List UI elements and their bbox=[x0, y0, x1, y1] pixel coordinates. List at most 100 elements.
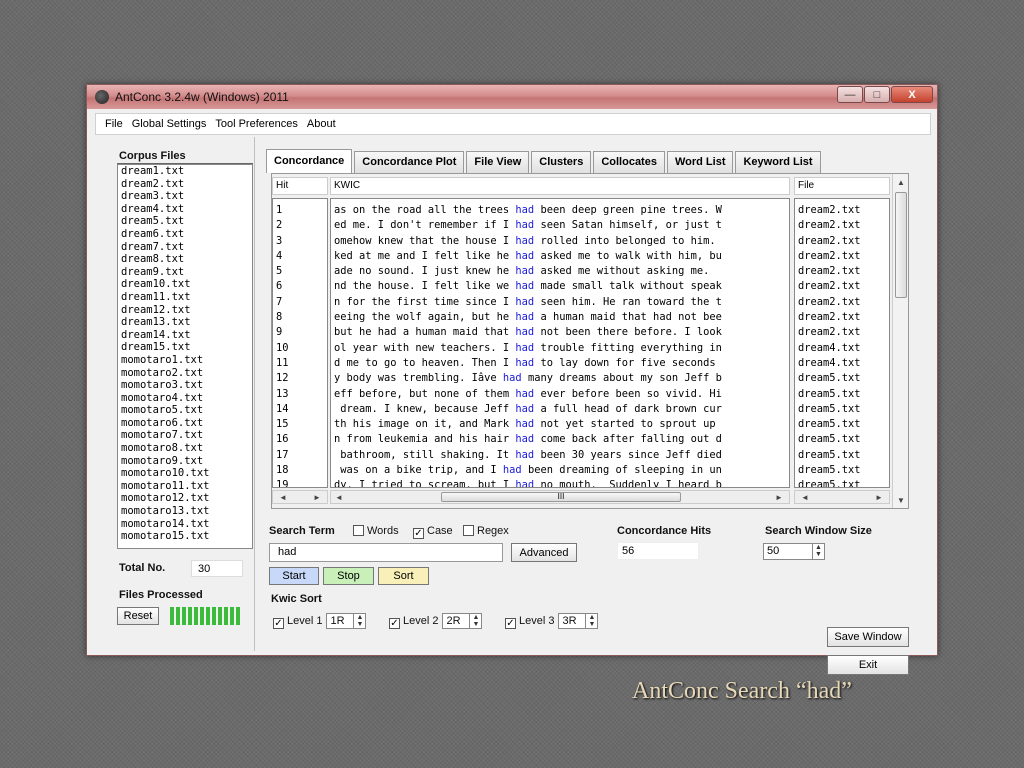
title-bar[interactable]: AntConc 3.2.4w (Windows) 2011 — □ X bbox=[87, 85, 937, 109]
tab-word-list[interactable]: Word List bbox=[666, 151, 734, 173]
corpus-file-item[interactable]: dream5.txt bbox=[118, 215, 252, 228]
corpus-file-item[interactable]: momotaro3.txt bbox=[118, 379, 252, 392]
kwic-row[interactable]: dream. I knew, because Jeff had a full h… bbox=[331, 402, 789, 417]
corpus-file-item[interactable]: dream3.txt bbox=[118, 190, 252, 203]
kwic-keyword[interactable]: had bbox=[515, 449, 534, 461]
tab-concordance-plot[interactable]: Concordance Plot bbox=[354, 151, 465, 173]
level-checkbox[interactable]: ✓ bbox=[505, 617, 516, 629]
corpus-file-item[interactable]: dream10.txt bbox=[118, 278, 252, 291]
menu-file[interactable]: File bbox=[105, 118, 123, 130]
kwic-keyword[interactable]: had bbox=[515, 326, 534, 338]
kwic-row[interactable]: ked at me and I felt like he had asked m… bbox=[331, 249, 789, 264]
corpus-file-item[interactable]: dream9.txt bbox=[118, 266, 252, 279]
spinner-arrows-icon[interactable]: ▲ ▼ bbox=[353, 614, 365, 628]
kwic-scroll-thumb[interactable]: III bbox=[441, 492, 681, 502]
tab-concordance[interactable]: Concordance bbox=[266, 149, 353, 173]
kwic-row[interactable]: ade no sound. I just knew he had asked m… bbox=[331, 264, 789, 279]
file-cell[interactable]: dream5.txt bbox=[795, 448, 889, 463]
kwic-row[interactable]: nd the house. I felt like we had made sm… bbox=[331, 279, 789, 294]
level-checkbox[interactable]: ✓ bbox=[389, 617, 400, 629]
save-window-button[interactable]: Save Window bbox=[827, 627, 909, 647]
tab-clusters[interactable]: Clusters bbox=[531, 151, 592, 173]
file-cell[interactable]: dream2.txt bbox=[795, 203, 889, 218]
kwic-row[interactable]: was on a bike trip, and I had been dream… bbox=[331, 463, 789, 478]
kwic-keyword[interactable]: had bbox=[515, 433, 534, 445]
spinner-arrows-icon[interactable]: ▲ ▼ bbox=[469, 614, 481, 628]
results-vscroll-thumb[interactable] bbox=[895, 192, 907, 298]
kwic-row[interactable]: eeing the wolf again, but he had a human… bbox=[331, 310, 789, 325]
corpus-file-item[interactable]: dream8.txt bbox=[118, 253, 252, 266]
corpus-file-item[interactable]: dream2.txt bbox=[118, 178, 252, 191]
level-spinner[interactable]: 2R ▲ ▼ bbox=[442, 613, 483, 629]
regex-checkbox[interactable] bbox=[463, 525, 474, 536]
file-cell[interactable]: dream2.txt bbox=[795, 264, 889, 279]
kwic-row[interactable]: n from leukemia and his hair had come ba… bbox=[331, 432, 789, 447]
case-option[interactable]: ✓ Case bbox=[413, 525, 453, 539]
hit-cell[interactable]: 3 bbox=[273, 234, 327, 249]
file-cell[interactable]: dream2.txt bbox=[795, 325, 889, 340]
hit-column[interactable]: 1 2 3 4 5 6 7 8 9 10 11 12 13 14 15 16 17 18 19 bbox=[272, 198, 328, 488]
hit-cell[interactable]: 12 bbox=[273, 371, 327, 386]
file-cell[interactable]: dream5.txt bbox=[795, 463, 889, 478]
file-column-header[interactable]: File bbox=[794, 177, 890, 195]
file-cell[interactable]: dream2.txt bbox=[795, 234, 889, 249]
kwic-row[interactable]: but he had a human maid that had not bee… bbox=[331, 325, 789, 340]
hit-hscrollbar[interactable]: ◄ ► bbox=[272, 490, 328, 504]
kwic-keyword[interactable]: had bbox=[515, 357, 534, 369]
file-column[interactable]: dream2.txt dream2.txt dream2.txt dream2.txt… bbox=[794, 198, 890, 488]
file-cell[interactable]: dream2.txt bbox=[795, 295, 889, 310]
hit-cell[interactable]: 11 bbox=[273, 356, 327, 371]
hit-cell[interactable]: 4 bbox=[273, 249, 327, 264]
corpus-file-item[interactable]: momotaro15.txt bbox=[118, 530, 252, 543]
corpus-file-item[interactable]: dream1.txt bbox=[118, 165, 252, 178]
kwic-keyword[interactable]: had bbox=[515, 479, 534, 487]
kwic-keyword[interactable]: had bbox=[515, 219, 534, 231]
file-hscrollbar[interactable]: ◄ ► bbox=[794, 490, 890, 504]
file-cell[interactable]: dream5.txt bbox=[795, 371, 889, 386]
search-window-size-spinner[interactable]: 50 ▲ ▼ bbox=[763, 543, 825, 560]
hit-cell[interactable]: 1 bbox=[273, 203, 327, 218]
words-option[interactable]: Words bbox=[353, 525, 399, 537]
hit-cell[interactable]: 16 bbox=[273, 432, 327, 447]
kwic-keyword[interactable]: had bbox=[515, 265, 534, 277]
file-cell[interactable]: dream2.txt bbox=[795, 249, 889, 264]
kwic-keyword[interactable]: had bbox=[503, 372, 522, 384]
hit-cell[interactable]: 7 bbox=[273, 295, 327, 310]
corpus-file-item[interactable]: dream14.txt bbox=[118, 329, 252, 342]
level-spinner[interactable]: 3R ▲ ▼ bbox=[558, 613, 599, 629]
kwic-keyword[interactable]: had bbox=[515, 403, 534, 415]
kwic-row[interactable]: ed me. I don't remember if I had seen Sa… bbox=[331, 218, 789, 233]
kwic-keyword[interactable]: had bbox=[515, 250, 534, 262]
kwic-column-header[interactable]: KWIC bbox=[330, 177, 790, 195]
hit-cell[interactable]: 15 bbox=[273, 417, 327, 432]
corpus-file-item[interactable]: momotaro12.txt bbox=[118, 492, 252, 505]
search-term-input[interactable]: had bbox=[269, 543, 503, 562]
corpus-file-item[interactable]: momotaro9.txt bbox=[118, 455, 252, 468]
file-cell[interactable]: dream2.txt bbox=[795, 310, 889, 325]
hit-cell[interactable]: 17 bbox=[273, 448, 327, 463]
tab-file-view[interactable]: File View bbox=[466, 151, 530, 173]
hit-column-header[interactable]: Hit bbox=[272, 177, 328, 195]
level-checkbox[interactable]: ✓ bbox=[273, 617, 284, 629]
maximize-button[interactable]: □ bbox=[864, 86, 890, 103]
kwic-keyword[interactable]: had bbox=[515, 204, 534, 216]
spinner-arrows-icon[interactable]: ▲ ▼ bbox=[812, 544, 824, 559]
corpus-file-list[interactable]: dream1.txt dream2.txt dream3.txt dream4.txt… bbox=[117, 164, 253, 549]
kwic-keyword[interactable]: had bbox=[515, 418, 534, 430]
kwic-keyword[interactable]: had bbox=[515, 296, 534, 308]
corpus-file-item[interactable]: momotaro10.txt bbox=[118, 467, 252, 480]
reset-button[interactable]: Reset bbox=[117, 607, 159, 625]
corpus-file-item[interactable]: momotaro1.txt bbox=[118, 354, 252, 367]
hit-cell[interactable]: 6 bbox=[273, 279, 327, 294]
minimize-button[interactable]: — bbox=[837, 86, 863, 103]
results-vscrollbar[interactable]: ▲ ▼ bbox=[892, 174, 908, 508]
spinner-arrows-icon[interactable]: ▲ ▼ bbox=[585, 614, 597, 628]
regex-option[interactable]: Regex bbox=[463, 525, 509, 537]
kwic-keyword[interactable]: had bbox=[515, 342, 534, 354]
kwic-keyword[interactable]: had bbox=[515, 388, 534, 400]
corpus-file-item[interactable]: momotaro4.txt bbox=[118, 392, 252, 405]
menu-tool-preferences[interactable]: Tool Preferences bbox=[215, 118, 298, 130]
file-cell[interactable]: dream2.txt bbox=[795, 218, 889, 233]
hit-cell[interactable]: 8 bbox=[273, 310, 327, 325]
hit-cell[interactable]: 13 bbox=[273, 387, 327, 402]
